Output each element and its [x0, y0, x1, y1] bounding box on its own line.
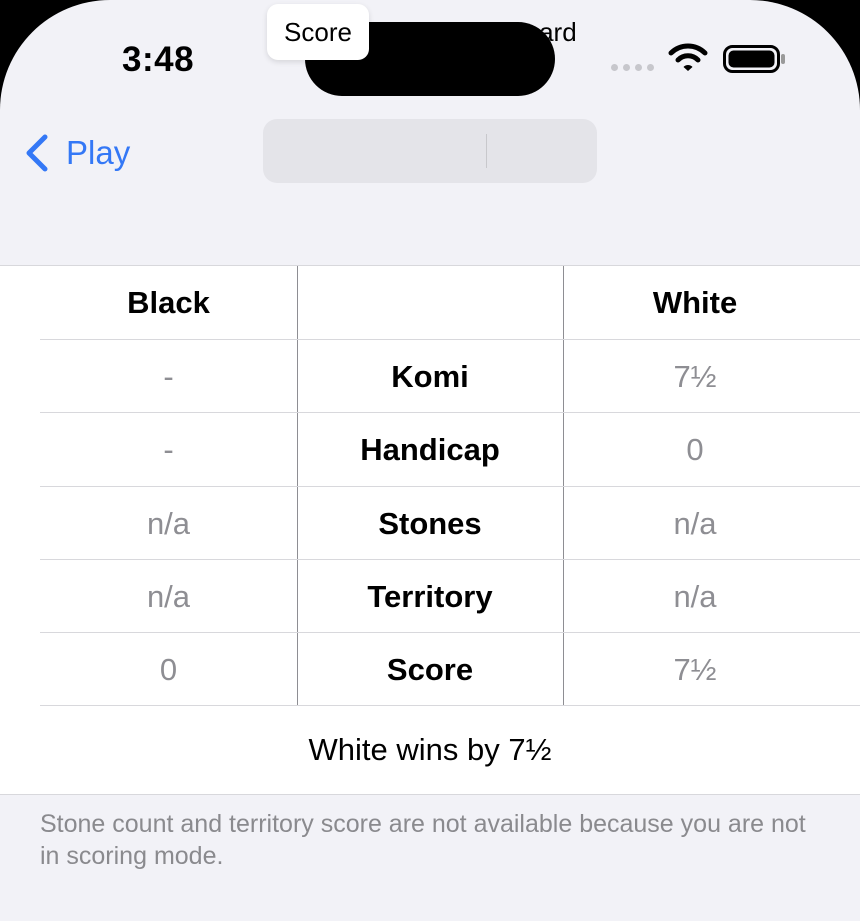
back-button[interactable]: Play	[24, 130, 130, 176]
komi-black-value: -	[163, 358, 174, 394]
tab-board[interactable]: Board	[487, 4, 597, 60]
segment-divider	[486, 134, 487, 168]
stones-black-value: n/a	[146, 505, 191, 541]
chevron-left-icon	[26, 134, 48, 172]
battery-icon	[723, 45, 785, 73]
stones-label: Stones	[378, 505, 482, 541]
view-segmented-control	[263, 119, 597, 183]
territory-white-value: n/a	[673, 578, 717, 614]
header-black: Black	[127, 284, 210, 320]
handicap-label: Handicap	[360, 431, 500, 467]
handicap-black-value: -	[163, 431, 174, 467]
tab-game[interactable]: Game	[373, 4, 486, 60]
game-result: White wins by 7½	[308, 732, 552, 767]
wifi-icon	[668, 43, 708, 71]
tab-score[interactable]: Score	[267, 4, 369, 60]
score-label: Score	[386, 651, 474, 687]
score-black-value: 0	[159, 651, 178, 687]
score-screen: 3:48 Play Score Game Board Black White -…	[0, 0, 860, 921]
header-white: White	[652, 284, 738, 320]
komi-white-value: 7½	[673, 358, 717, 394]
territory-black-value: n/a	[146, 578, 191, 614]
score-table: Black White - Komi 7½ - Handicap 0 n/a S…	[0, 265, 860, 795]
handicap-white-value: 0	[686, 431, 704, 467]
territory-label: Territory	[367, 578, 493, 614]
stones-white-value: n/a	[673, 505, 717, 541]
komi-label: Komi	[391, 358, 469, 394]
header-label	[297, 266, 563, 339]
cellular-signal-icon	[611, 64, 654, 71]
scoring-mode-footnote: Stone count and territory score are not …	[40, 810, 806, 870]
back-button-label: Play	[66, 134, 131, 171]
status-time: 3:48	[122, 40, 195, 79]
score-white-value: 7½	[673, 651, 717, 687]
